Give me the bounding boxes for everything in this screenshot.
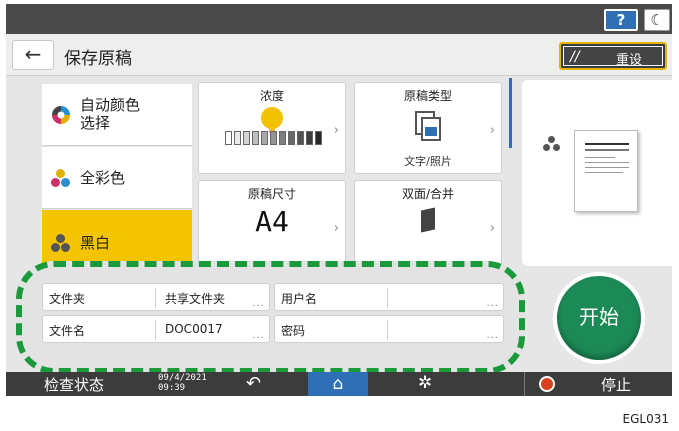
- original-type-title: 原稿类型: [403, 89, 452, 103]
- more-icon: ...: [486, 330, 499, 341]
- density-segment: [270, 131, 277, 145]
- more-icon: ...: [252, 330, 265, 341]
- original-size-tile[interactable]: 原稿尺寸 A4 ›: [198, 180, 346, 270]
- black-white-icon: [542, 136, 564, 154]
- density-segment: [261, 131, 268, 145]
- stop-icon: [539, 376, 555, 392]
- chevron-right-icon: ›: [489, 221, 495, 236]
- folder-value: 共享文件夹: [165, 292, 226, 306]
- density-segment: [315, 131, 322, 145]
- undo-icon[interactable]: ↶: [246, 373, 261, 394]
- original-size-value: A4: [255, 205, 289, 238]
- density-tile[interactable]: 浓度 ›: [198, 82, 346, 174]
- density-segment: [225, 131, 232, 145]
- filename-label: 文件名: [49, 324, 86, 338]
- help-button[interactable]: ?: [604, 9, 638, 31]
- password-label: 密码: [281, 324, 306, 338]
- date-text: 09/4/2021: [158, 373, 207, 383]
- duplex-tile[interactable]: 双面/合并 ›: [354, 180, 502, 270]
- copier-screen: ? ☾ ← 保存原稿 // 重设 自动颜色 选择 全彩色 黑白 浓度 › 原稿类…: [6, 4, 672, 396]
- night-mode-icon[interactable]: ☾: [644, 9, 670, 31]
- filename-field[interactable]: 文件名 DOC0017 ...: [42, 315, 270, 343]
- density-segment: [243, 131, 250, 145]
- chevron-right-icon: ›: [489, 123, 495, 138]
- destination-fields-highlight: 文件夹 共享文件夹 ... 用户名 ... 文件名 DOC0017 ... 密码…: [16, 261, 525, 374]
- density-segment: [252, 131, 259, 145]
- title-bar: ← 保存原稿 // 重设: [6, 34, 672, 76]
- chevron-right-icon: ›: [333, 221, 339, 236]
- preview-panel: [522, 80, 672, 266]
- home-button[interactable]: ⌂: [308, 372, 368, 396]
- more-icon: ...: [252, 298, 265, 309]
- original-type-value: 文字/照片: [404, 155, 452, 168]
- document-preview: [574, 130, 638, 212]
- chevron-right-icon: ›: [333, 123, 339, 138]
- time-text: 09:39: [158, 383, 186, 393]
- color-mode-auto[interactable]: 自动颜色 选择: [42, 84, 192, 146]
- folder-label: 文件夹: [49, 292, 86, 306]
- color-mode-full-label: 全彩色: [80, 169, 126, 187]
- check-status-button[interactable]: 检查状态: [44, 374, 104, 395]
- density-title: 浓度: [259, 89, 284, 103]
- density-segment: [297, 131, 304, 145]
- start-button[interactable]: 开始: [557, 276, 641, 360]
- username-field[interactable]: 用户名 ...: [274, 283, 504, 311]
- density-segment: [288, 131, 295, 145]
- density-segment: [234, 131, 241, 145]
- figure-id: EGL031: [622, 412, 669, 426]
- home-icon: ⌂: [332, 374, 344, 394]
- duplex-title: 双面/合并: [401, 187, 455, 201]
- color-mode-auto-label: 自动颜色 选择: [80, 96, 141, 132]
- density-segment: [306, 131, 313, 145]
- black-white-icon: [50, 232, 72, 254]
- density-segment: [279, 131, 286, 145]
- system-top-bar: ? ☾: [6, 4, 672, 34]
- original-type-tile[interactable]: 原稿类型 文字/照片 ›: [354, 82, 502, 174]
- back-button[interactable]: ←: [12, 40, 54, 70]
- duplex-icon: [421, 207, 435, 233]
- original-size-title: 原稿尺寸: [247, 187, 296, 201]
- reset-button[interactable]: // 重设: [559, 42, 667, 70]
- full-color-icon: [50, 167, 72, 189]
- bottom-status-bar: 检查状态 09/4/2021 09:39 ↶ ⌂ ✲ 停止: [6, 372, 672, 396]
- stop-label: 停止: [601, 376, 632, 394]
- density-indicator-icon: [261, 107, 283, 129]
- color-mode-full[interactable]: 全彩色: [42, 147, 192, 209]
- reset-button-face: // 重设: [564, 47, 662, 68]
- photo-icon: [425, 127, 437, 136]
- color-mode-list: 自动颜色 选择 全彩色 黑白: [42, 84, 192, 274]
- stop-button[interactable]: 停止: [524, 372, 672, 396]
- reset-icon: //: [570, 49, 580, 65]
- folder-field[interactable]: 文件夹 共享文件夹 ...: [42, 283, 270, 311]
- more-icon: ...: [486, 298, 499, 309]
- settings-scrollbar[interactable]: [509, 78, 512, 148]
- color-mode-black-white-label: 黑白: [80, 234, 111, 252]
- datetime: 09/4/2021 09:39: [158, 373, 207, 393]
- reset-label: 重设: [616, 53, 643, 68]
- auto-color-icon: [52, 106, 70, 124]
- filename-value: DOC0017: [165, 322, 223, 336]
- username-label: 用户名: [281, 292, 318, 306]
- gear-icon[interactable]: ✲: [418, 373, 432, 393]
- password-field[interactable]: 密码 ...: [274, 315, 504, 343]
- page-title: 保存原稿: [64, 49, 132, 69]
